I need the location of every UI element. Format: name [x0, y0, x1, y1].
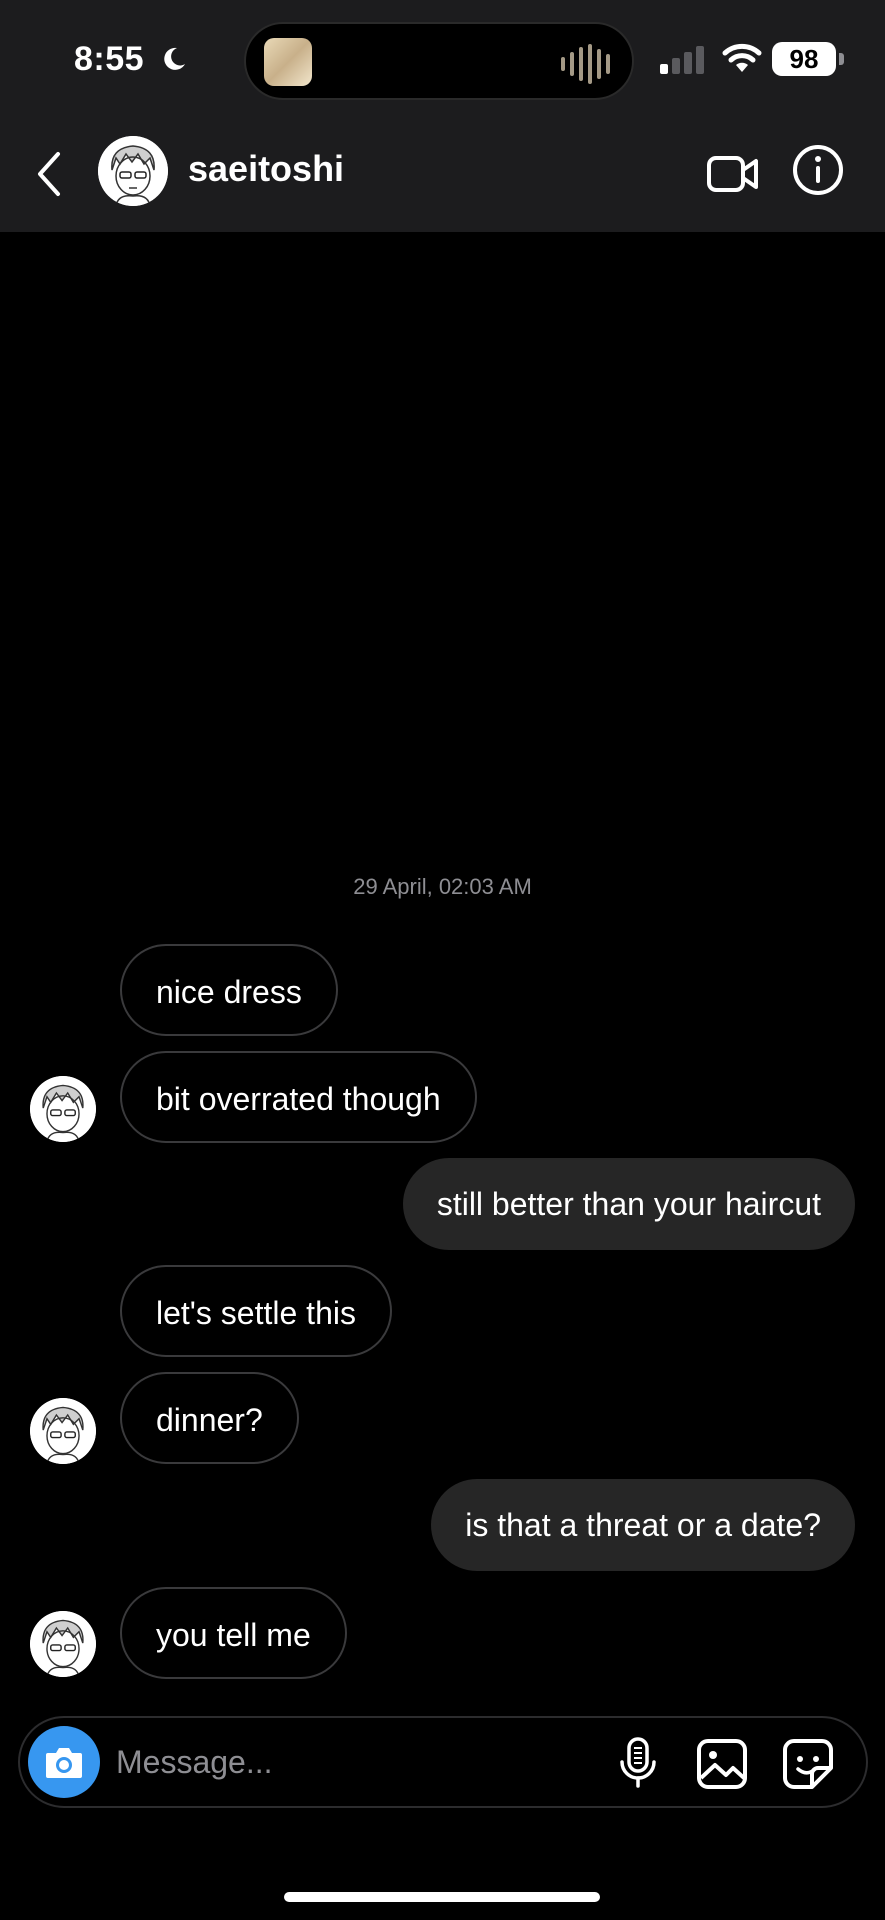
now-playing-artwork	[264, 38, 312, 86]
message-bubble-incoming[interactable]: dinner?	[120, 1372, 299, 1464]
moon-icon	[164, 47, 185, 70]
back-chevron-icon[interactable]	[30, 148, 70, 200]
header-avatar[interactable]	[98, 136, 168, 206]
message-bubble-incoming[interactable]: nice dress	[120, 944, 338, 1036]
dynamic-island	[244, 22, 634, 100]
signal-icon	[660, 46, 704, 74]
message-composer	[18, 1716, 868, 1808]
message-bubble-outgoing[interactable]: is that a threat or a date?	[431, 1479, 855, 1571]
home-indicator[interactable]	[284, 1892, 600, 1902]
status-bar: 8:55 98	[0, 0, 885, 118]
battery-icon: 98	[772, 42, 836, 76]
microphone-icon[interactable]	[618, 1736, 658, 1790]
wifi-icon	[722, 43, 762, 72]
sender-avatar[interactable]	[30, 1611, 96, 1677]
camera-icon	[46, 1748, 82, 1778]
gallery-icon[interactable]	[696, 1738, 748, 1790]
message-bubble-incoming[interactable]: let's settle this	[120, 1265, 392, 1357]
message-input[interactable]	[116, 1738, 496, 1786]
chat-username[interactable]: saeitoshi	[188, 148, 344, 190]
camera-button[interactable]	[28, 1726, 100, 1798]
status-time: 8:55	[74, 40, 145, 78]
chat-header: saeitoshi	[0, 118, 885, 232]
sender-avatar[interactable]	[30, 1076, 96, 1142]
message-bubble-incoming[interactable]: you tell me	[120, 1587, 347, 1679]
message-bubble-outgoing[interactable]: still better than your haircut	[402, 1158, 855, 1250]
audio-waveform-icon	[561, 44, 610, 84]
video-call-icon[interactable]	[706, 148, 760, 200]
sender-avatar[interactable]	[30, 1398, 96, 1464]
info-icon[interactable]	[792, 144, 844, 196]
sticker-icon[interactable]	[782, 1738, 834, 1790]
thread-timestamp: 29 April, 02:03 AM	[353, 874, 532, 899]
battery-nub	[839, 53, 844, 65]
message-bubble-incoming[interactable]: bit overrated though	[120, 1051, 477, 1143]
